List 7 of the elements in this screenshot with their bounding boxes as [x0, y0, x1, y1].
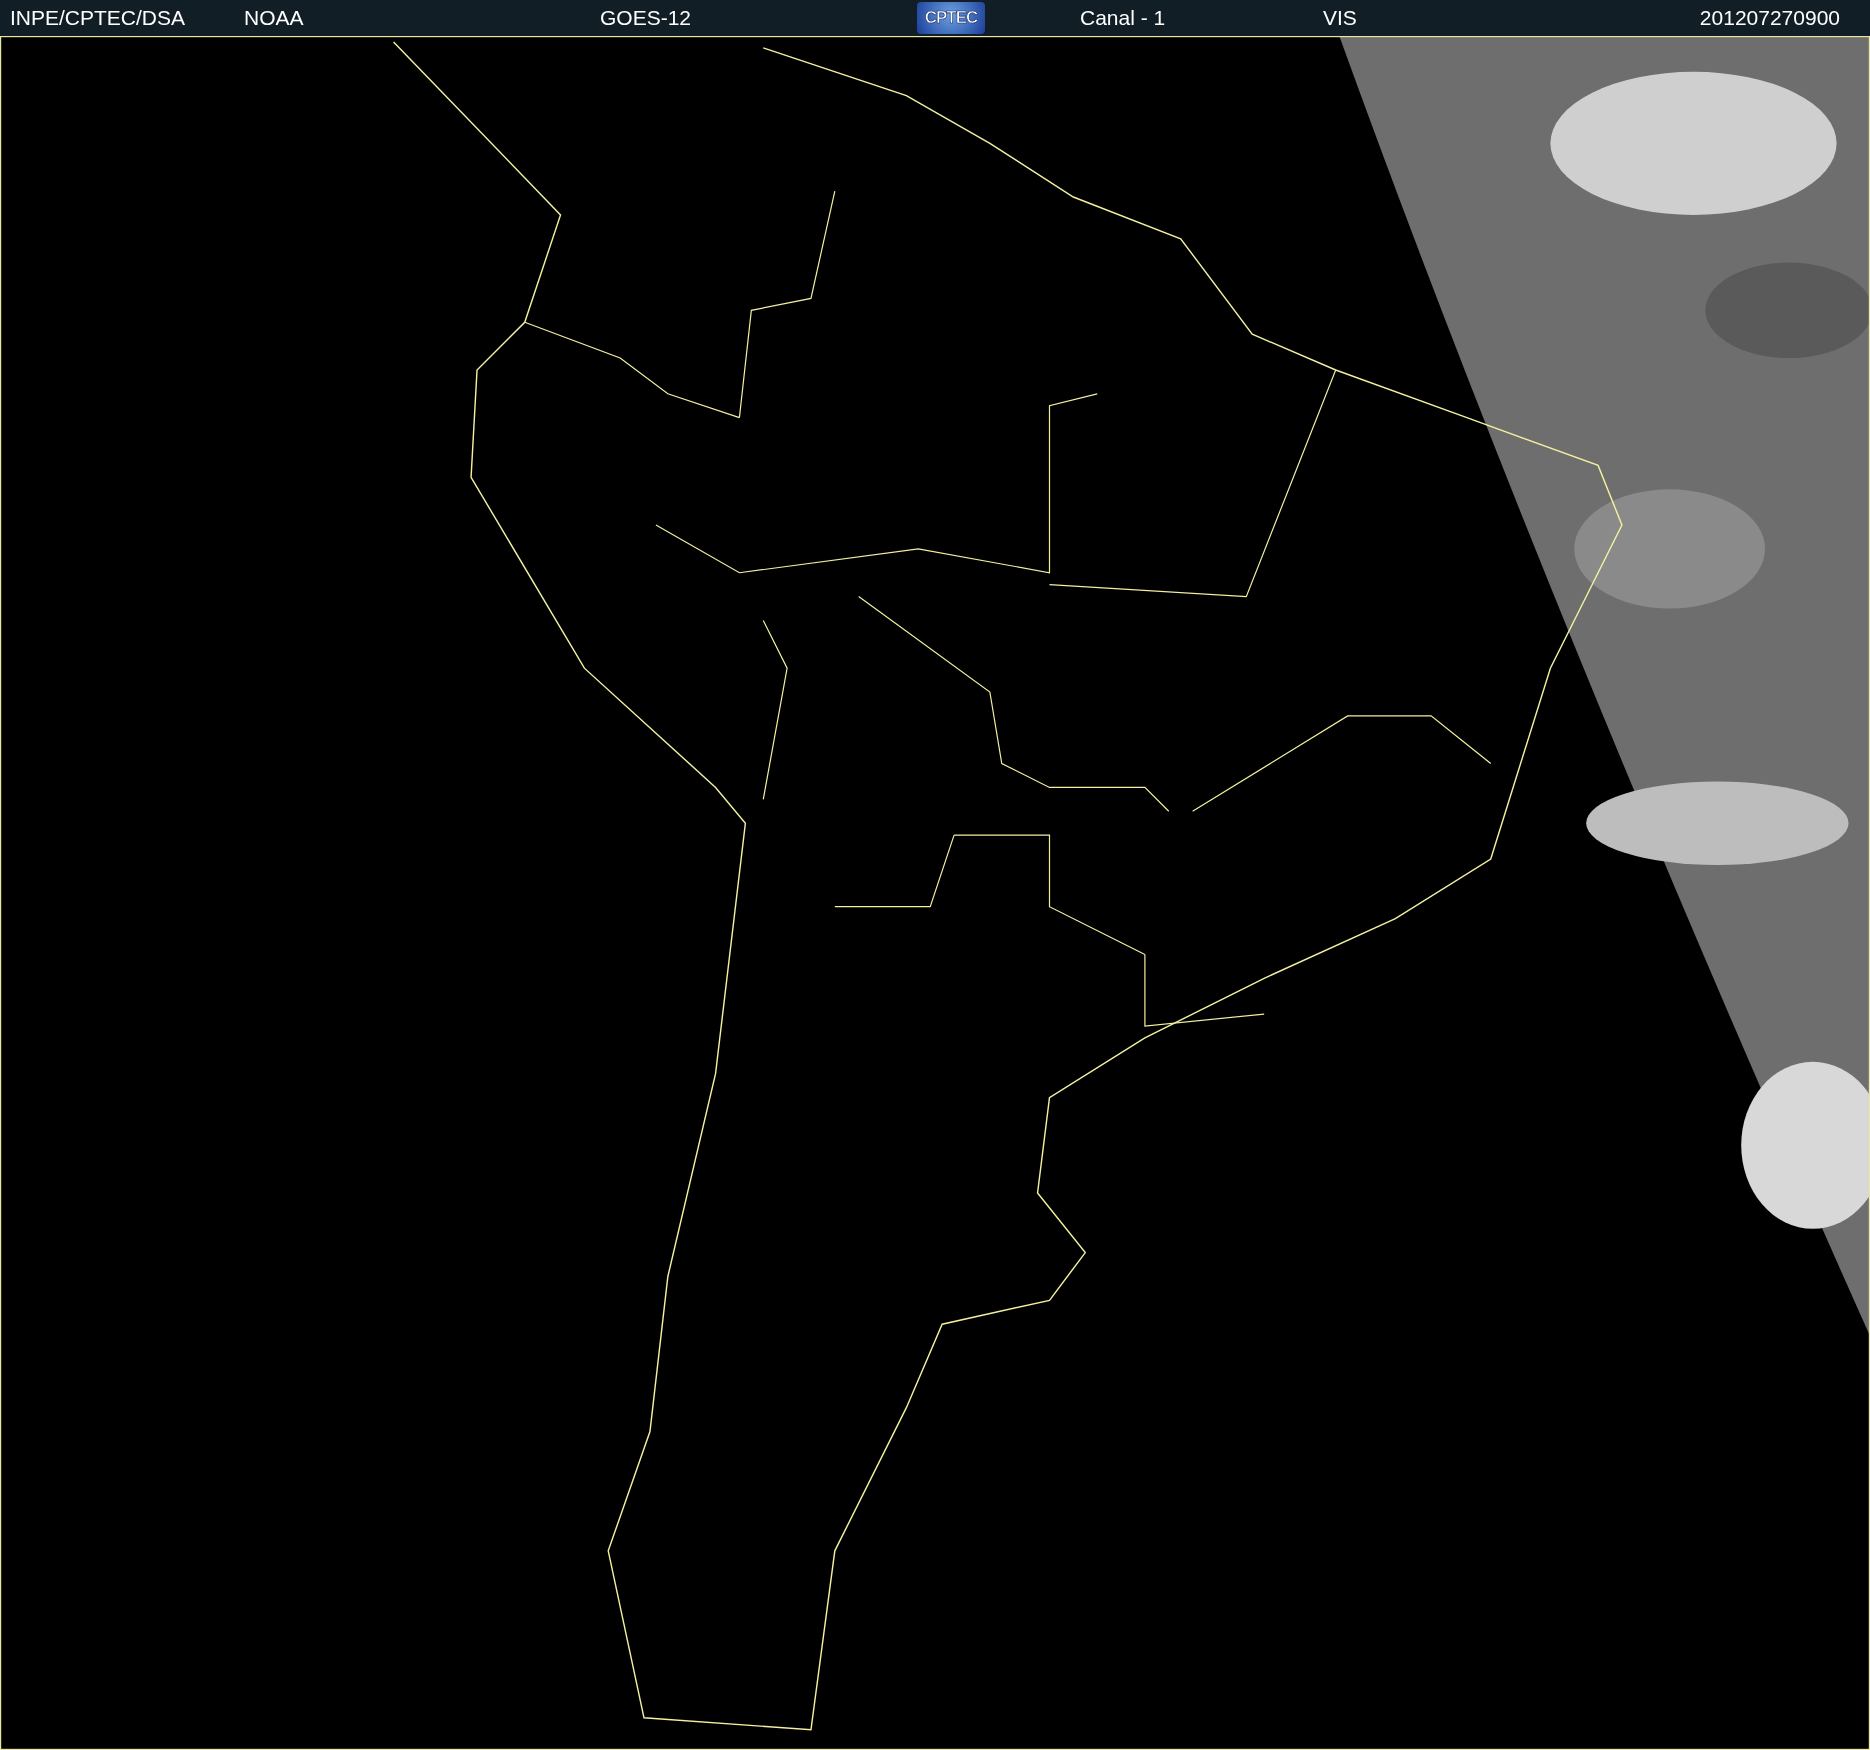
header-label: GOES-12: [600, 6, 692, 30]
header-label: Canal - 1: [1080, 6, 1166, 30]
header-label: INPE/CPTEC/DSA: [10, 6, 186, 30]
logo: CPTEC: [917, 2, 985, 34]
header-label: 201207270900: [1699, 6, 1840, 30]
header-label: VIS: [1323, 6, 1357, 30]
header-label: NOAA: [244, 6, 304, 30]
